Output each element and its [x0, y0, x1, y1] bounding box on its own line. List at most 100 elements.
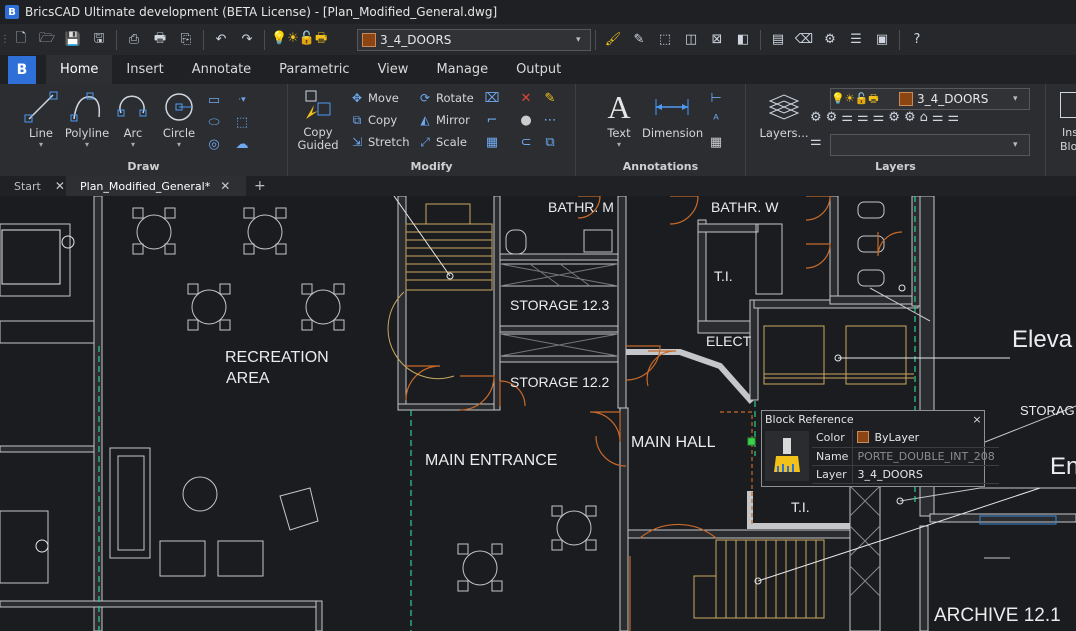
tab-insert[interactable]: Insert	[112, 55, 177, 84]
array-icon[interactable]: ▦	[482, 132, 502, 152]
help-icon[interactable]: ?	[906, 29, 928, 51]
copy-guided-button[interactable]: Copy Guided	[292, 88, 344, 152]
move-button[interactable]: ✥ Move	[348, 88, 399, 108]
break-icon[interactable]: ⋯	[540, 110, 560, 130]
panel-draw: Line ▾ Polyline ▾ Arc ▾ Circle ▾ ▭ ·▾ ⬭ …	[0, 84, 288, 176]
application-menu-button[interactable]: B	[8, 55, 36, 84]
polyline-button[interactable]: Polyline ▾	[64, 88, 110, 149]
layer-on-icon[interactable]: ⚙	[904, 110, 916, 125]
fillet-icon[interactable]: ⌐	[482, 110, 502, 130]
layer-previous-icon[interactable]: ⚙	[826, 110, 838, 125]
explorer-icon[interactable]: ☰	[845, 29, 867, 51]
rectangle-icon[interactable]: ▭	[204, 90, 224, 110]
text-style-icon[interactable]: ᴬ	[706, 110, 726, 130]
scale-button[interactable]: ⤢ Scale	[416, 132, 467, 152]
edit-icon[interactable]: ✎	[540, 88, 560, 108]
delete-icon[interactable]: ✕	[516, 88, 536, 108]
circle-button[interactable]: Circle ▾	[156, 88, 202, 149]
match-properties-icon[interactable]: 🖌	[602, 29, 624, 51]
layer-unlock-icon[interactable]: ⚌	[932, 110, 944, 125]
room-label: ARCHIVE 12.1	[934, 605, 1061, 626]
explode-icon[interactable]: ●	[516, 110, 536, 130]
linear-dimension-icon[interactable]: ⊢	[706, 88, 726, 108]
layer-state-icons[interactable]: 💡☀🔓🖶	[271, 29, 351, 51]
ribbon-tab-bar: B Home Insert Annotate Parametric View M…	[0, 55, 1076, 84]
pick-tool-icon[interactable]: ✎	[628, 29, 650, 51]
layer-walk-icon[interactable]: ⚌	[948, 110, 960, 125]
cloud-icon[interactable]: ☁	[232, 134, 252, 154]
tab-drawing[interactable]: Plan_Modified_General* ✕	[66, 176, 246, 196]
room-label: BATHR. M	[548, 199, 614, 215]
tab-parametric[interactable]: Parametric	[265, 55, 363, 84]
trim-icon[interactable]: ⌧	[482, 88, 502, 108]
copy-icon: ⧉	[352, 112, 362, 127]
tab-annotate[interactable]: Annotate	[178, 55, 265, 84]
copy-button[interactable]: ⧉ Copy	[348, 110, 397, 130]
close-icon[interactable]: ×	[970, 413, 984, 426]
donut-icon[interactable]: ◎	[204, 134, 224, 154]
copy-guided-icon	[305, 90, 331, 119]
rotate-button[interactable]: ⟳ Rotate	[416, 88, 474, 108]
print-preview-icon[interactable]: ⎙	[123, 29, 145, 51]
layer-off-icon[interactable]: ◧	[732, 29, 754, 51]
plot-icon[interactable]: 🖶	[149, 29, 171, 51]
new-tab-button[interactable]: +	[246, 176, 274, 196]
layer-color-swatch	[362, 32, 376, 47]
layer-isolate-icon[interactable]: ⊠	[706, 29, 728, 51]
circle-icon	[165, 93, 193, 121]
room-label: En	[1050, 453, 1076, 480]
dimension-button[interactable]: Dimension	[642, 88, 703, 140]
undo-icon[interactable]: ↶	[210, 29, 232, 51]
region-icon[interactable]: ⬚	[232, 112, 252, 132]
layers-button[interactable]: Layers...	[758, 88, 810, 140]
line-button[interactable]: Line ▾	[18, 88, 64, 149]
new-file-icon[interactable]: 🗋	[10, 29, 32, 51]
table-row: Name PORTE_DOUBLE_INT_208	[812, 447, 999, 466]
layer-dropdown[interactable]: 💡☀🔓🖶 3_4_DOORS ▾	[830, 88, 1030, 110]
room-label: MAIN ENTRANCE	[425, 452, 558, 469]
mirror-button[interactable]: ◭ Mirror	[416, 110, 470, 130]
layer-select-icon[interactable]: ◫	[680, 29, 702, 51]
stretch-button[interactable]: ⇲ Stretch	[348, 132, 410, 152]
join-icon[interactable]: ⊂	[516, 132, 536, 152]
rotate-icon: ⟳	[419, 91, 431, 105]
tab-manage[interactable]: Manage	[422, 55, 502, 84]
settings-icon[interactable]: ⚙	[819, 29, 841, 51]
redo-icon[interactable]: ↷	[236, 29, 258, 51]
arc-button[interactable]: Arc ▾	[110, 88, 156, 149]
current-layer-dropdown[interactable]: 3_4_DOORS ▾	[357, 28, 591, 51]
open-file-icon[interactable]: 🗁	[36, 29, 58, 51]
layer-isolate-icon[interactable]: ⚌	[841, 110, 853, 125]
tab-start[interactable]: Start ✕	[0, 176, 66, 196]
layer-state-dropdown[interactable]: ▾	[830, 134, 1030, 156]
close-icon[interactable]: ✕	[55, 179, 65, 193]
image-icon[interactable]: ▣	[871, 29, 893, 51]
text-button[interactable]: A Text ▾	[596, 88, 642, 150]
point-icon[interactable]: ·▾	[232, 90, 252, 110]
close-icon[interactable]: ✕	[220, 179, 230, 193]
tab-output[interactable]: Output	[502, 55, 575, 84]
save-as-icon[interactable]: 🖫	[88, 29, 110, 51]
table-icon[interactable]: ▦	[706, 132, 726, 152]
tab-home[interactable]: Home	[46, 55, 113, 84]
save-icon[interactable]: 💾	[62, 29, 84, 51]
layer-freeze-icon[interactable]: ⚌	[873, 110, 885, 125]
ribbon: Line ▾ Polyline ▾ Arc ▾ Circle ▾ ▭ ·▾ ⬭ …	[0, 84, 1076, 176]
layer-match-icon[interactable]: ⚙	[810, 110, 822, 125]
window-title: BricsCAD Ultimate development (BETA Lice…	[25, 5, 498, 19]
offset-icon[interactable]: ⧉	[540, 132, 560, 152]
insert-block-icon[interactable]	[1060, 92, 1076, 118]
layer-lock-icon[interactable]: ⌂	[920, 110, 928, 125]
ellipse-icon[interactable]: ⬭	[204, 112, 224, 132]
eraser-icon[interactable]: ⌫	[793, 29, 815, 51]
layer-off-icon[interactable]: ⚙	[888, 110, 900, 125]
layer-merge-icon[interactable]: ⚌	[810, 134, 822, 149]
room-label: T.I.	[791, 499, 810, 515]
publish-icon[interactable]: ⎘	[175, 29, 197, 51]
select-icon[interactable]: ⬚	[654, 29, 676, 51]
tab-view[interactable]: View	[364, 55, 423, 84]
table-row: Color ByLayer	[812, 429, 999, 448]
match-properties-brush-icon[interactable]	[765, 431, 809, 481]
layer-unisolate-icon[interactable]: ⚌	[857, 110, 869, 125]
properties-icon[interactable]: ▤	[767, 29, 789, 51]
